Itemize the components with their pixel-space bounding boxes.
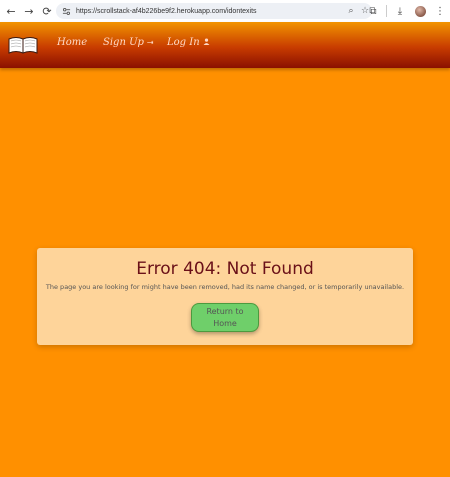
open-book-icon[interactable] — [8, 35, 38, 55]
nav-home-label: Home — [57, 37, 88, 48]
avatar[interactable] — [414, 5, 426, 17]
address-bar[interactable]: https://scrollstack-af4b226be9f2.herokua… — [56, 3, 372, 19]
extensions-icon[interactable]: ⧉ — [363, 0, 383, 22]
url-text[interactable]: https://scrollstack-af4b226be9f2.herokua… — [76, 8, 344, 15]
site-header: Home Sign Up ⇥ Log In — [0, 22, 450, 68]
user-icon — [203, 38, 210, 47]
error-title: Error 404: Not Found — [136, 259, 314, 279]
nav-signup-link[interactable]: Sign Up ⇥ — [103, 37, 154, 48]
site-info-icon[interactable] — [58, 3, 74, 19]
menu-icon[interactable]: ⋮ — [430, 0, 450, 22]
nav-login-label: Log In — [167, 37, 200, 48]
toolbar-divider — [386, 5, 387, 17]
sign-in-arrow-icon: ⇥ — [146, 38, 154, 47]
back-icon[interactable]: ← — [2, 0, 20, 22]
error-card: Error 404: Not Found The page you are lo… — [37, 248, 413, 345]
nav-login-link[interactable]: Log In — [167, 37, 210, 48]
nav-signup-label: Sign Up — [103, 37, 144, 48]
nav-home-link[interactable]: Home — [57, 37, 87, 48]
profile-avatar[interactable] — [410, 0, 430, 22]
return-home-button[interactable]: Return to Home — [191, 303, 259, 332]
browser-toolbar: ← → ⟳ https://scrollstack-af4b226be9f2.h… — [0, 0, 450, 22]
reload-icon[interactable]: ⟳ — [38, 0, 56, 22]
download-icon[interactable]: ⤓ — [390, 0, 410, 22]
error-message: The page you are looking for might have … — [45, 283, 405, 291]
zoom-icon[interactable]: ⌕ — [344, 3, 358, 19]
toolbar-right: ⧉ ⤓ ⋮ — [363, 0, 450, 22]
forward-icon[interactable]: → — [20, 0, 38, 22]
